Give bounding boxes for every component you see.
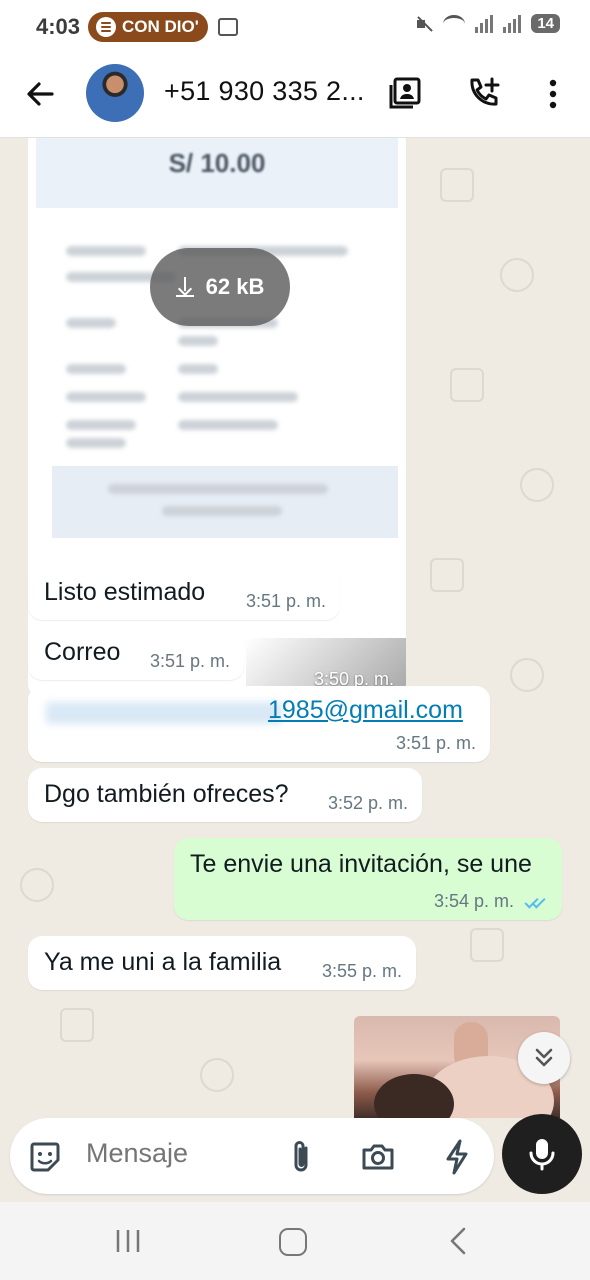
message-time: 3:52 p. m. <box>327 793 408 813</box>
wallpaper-doodle <box>440 168 474 202</box>
message-bubble-incoming[interactable]: Dgo también ofreces? 3:52 p. m. <box>28 768 422 822</box>
signal-icon <box>475 14 494 33</box>
signal-icon-2 <box>503 14 522 33</box>
download-size: 62 kB <box>205 274 265 299</box>
receipt-footer <box>52 466 398 538</box>
wifi-icon <box>443 14 466 33</box>
message-time: 3:51 p. m. <box>395 733 476 753</box>
message-composer <box>10 1118 494 1194</box>
message-text: Ya me uni a la familia <box>44 948 282 976</box>
recents-icon[interactable] <box>114 1228 142 1254</box>
email-link[interactable]: 1985@gmail.com <box>268 696 463 725</box>
message-text: Correo <box>44 638 121 666</box>
contact-card-icon[interactable] <box>388 76 422 110</box>
message-time: 3:54 p. m. <box>433 891 514 911</box>
message-meta: 3:54 p. m. <box>434 891 548 912</box>
home-icon[interactable] <box>279 1228 307 1256</box>
message-time: 3:55 p. m. <box>321 961 402 981</box>
wallpaper-doodle <box>200 1058 234 1092</box>
screen-cast-icon <box>218 18 238 36</box>
wallpaper-doodle <box>60 1008 94 1042</box>
add-call-icon[interactable] <box>466 76 500 110</box>
microphone-icon <box>529 1139 555 1171</box>
message-input[interactable] <box>86 1138 266 1169</box>
contact-avatar[interactable] <box>86 64 144 122</box>
system-navigation-bar <box>0 1202 590 1280</box>
wallpaper-doodle <box>510 658 544 692</box>
spotify-now-playing-pill[interactable]: CON DIO' <box>88 12 208 42</box>
mute-icon <box>415 15 433 33</box>
contact-name[interactable]: +51 930 335 2... <box>164 76 365 107</box>
voice-message-button[interactable] <box>502 1114 582 1194</box>
message-text: Listo estimado <box>44 578 206 606</box>
message-text: Te envie una invitación, se une <box>190 850 532 878</box>
attach-icon[interactable] <box>286 1138 316 1176</box>
message-bubble-incoming[interactable]: 1985@gmail.com 3:51 p. m. <box>28 686 490 762</box>
status-bar: 4:03 CON DIO' 14 <box>0 0 590 56</box>
wallpaper-doodle <box>450 368 484 402</box>
scroll-to-bottom-button[interactable] <box>518 1032 570 1084</box>
nav-back-icon[interactable] <box>448 1226 468 1256</box>
wallpaper-doodle <box>470 928 504 962</box>
bolt-icon[interactable] <box>442 1138 472 1176</box>
status-icons: 14 <box>415 14 560 33</box>
message-time: 3:51 p. m. <box>245 591 326 611</box>
receipt-amount: S/ 10.00 <box>168 148 266 178</box>
chat-header: +51 930 335 2... <box>0 56 590 138</box>
more-options-icon[interactable] <box>540 78 566 110</box>
message-time: 3:51 p. m. <box>149 651 230 671</box>
receipt-header: S/ 10.00 <box>36 138 398 208</box>
chat-messages[interactable]: S/ 10.00 62 kB 3:50 p. m. Listo estimado… <box>0 138 590 1118</box>
sticker-icon[interactable] <box>28 1140 62 1174</box>
read-receipt-icon <box>522 894 548 909</box>
message-text: Dgo también ofreces? <box>44 780 289 808</box>
status-time: 4:03 <box>36 14 81 39</box>
wallpaper-doodle <box>520 468 554 502</box>
download-button[interactable]: 62 kB <box>150 248 290 326</box>
battery-indicator: 14 <box>531 14 560 33</box>
back-arrow-icon[interactable] <box>22 76 58 112</box>
wallpaper-doodle <box>430 558 464 592</box>
wallpaper-doodle <box>500 258 534 292</box>
message-bubble-incoming[interactable]: Listo estimado 3:51 p. m. <box>28 566 340 620</box>
download-icon <box>175 277 194 297</box>
camera-icon[interactable] <box>360 1140 396 1174</box>
message-bubble-incoming[interactable]: Correo 3:51 p. m. <box>28 626 244 680</box>
double-chevron-down-icon <box>535 1048 553 1067</box>
wallpaper-doodle <box>20 868 54 902</box>
message-bubble-outgoing[interactable]: Te envie una invitación, se une 3:54 p. … <box>174 838 562 920</box>
message-bubble-incoming[interactable]: Ya me uni a la familia 3:55 p. m. <box>28 936 416 990</box>
redacted-text <box>46 702 282 724</box>
spotify-label: CON DIO' <box>122 17 199 36</box>
spotify-icon <box>96 17 116 37</box>
